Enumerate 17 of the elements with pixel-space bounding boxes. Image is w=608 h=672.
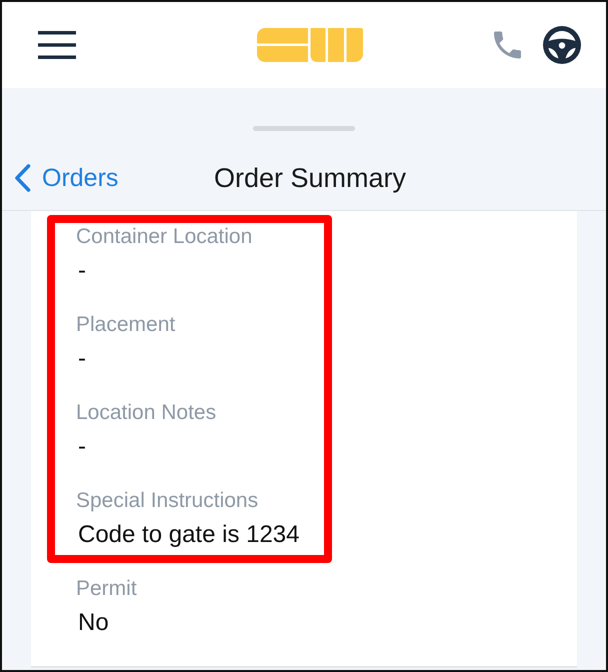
field-label: Special Instructions bbox=[76, 489, 258, 513]
field-value: No bbox=[77, 608, 109, 638]
chevron-left-icon bbox=[14, 164, 31, 192]
field-value: - bbox=[77, 256, 86, 286]
menu-icon[interactable] bbox=[38, 31, 76, 59]
field-value: - bbox=[77, 432, 86, 462]
field-label: Location Notes bbox=[76, 401, 216, 425]
back-button[interactable]: Orders bbox=[14, 164, 118, 192]
field-label: Placement bbox=[76, 313, 176, 337]
phone-icon[interactable] bbox=[494, 31, 521, 59]
field-value: Code to gate is 1234 bbox=[77, 520, 300, 550]
field-value: - bbox=[77, 344, 86, 374]
field-label: Container Location bbox=[76, 225, 252, 249]
field-label: Permit bbox=[76, 577, 137, 601]
drag-handle[interactable] bbox=[253, 126, 355, 131]
page-title: Order Summary bbox=[214, 162, 406, 194]
steering-wheel-icon[interactable] bbox=[543, 26, 581, 64]
